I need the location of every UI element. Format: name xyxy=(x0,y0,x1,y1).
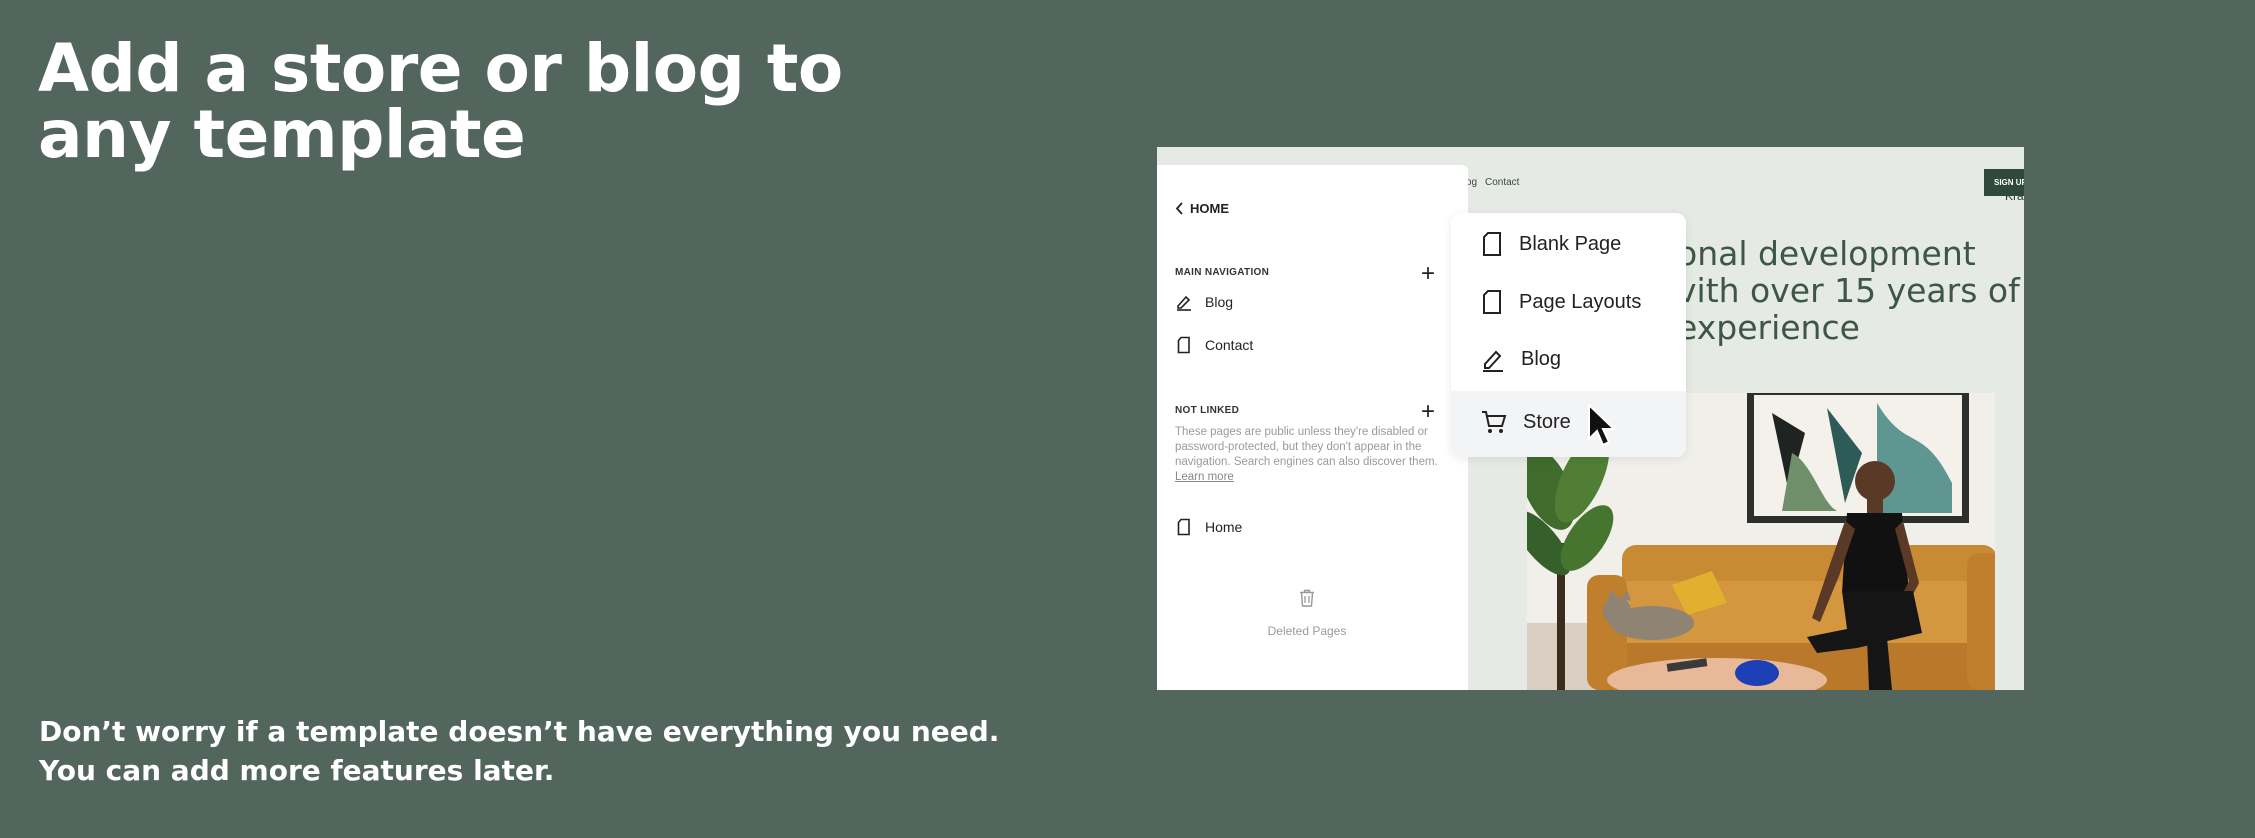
pages-panel: HOME MAIN NAVIGATION + Blog Contact NOT … xyxy=(1157,165,1468,690)
page-item-home-label: Home xyxy=(1205,519,1243,535)
menu-item-blog-label: Blog xyxy=(1521,347,1562,370)
menu-item-page-layouts[interactable]: Page Layouts xyxy=(1481,289,1641,315)
not-linked-hint-text: These pages are public unless they're di… xyxy=(1175,426,1438,468)
page-icon xyxy=(1483,290,1501,314)
nav-item-blog[interactable]: Blog xyxy=(1175,293,1233,311)
menu-item-store-label: Store xyxy=(1523,410,1571,433)
blog-icon xyxy=(1483,350,1503,372)
deleted-pages-link[interactable]: Deleted Pages xyxy=(1157,624,1457,638)
nav-item-contact-label: Contact xyxy=(1205,337,1254,353)
cart-icon xyxy=(1482,411,1507,433)
page-item-home[interactable]: Home xyxy=(1175,518,1242,536)
hero-line-3: experience xyxy=(1677,308,1860,347)
not-linked-label: NOT LINKED xyxy=(1175,405,1240,416)
nav-item-blog-label: Blog xyxy=(1205,294,1234,310)
trash-icon[interactable] xyxy=(1299,589,1315,607)
back-home-label: HOME xyxy=(1190,201,1229,216)
page-icon xyxy=(1483,232,1501,256)
add-page-menu: Blank Page Page Layouts Blog Store xyxy=(1451,213,1686,457)
not-linked-hint: These pages are public unless they're di… xyxy=(1175,425,1453,485)
hero-line-2: vith over 15 years of xyxy=(1677,271,2020,310)
subcopy: Don’t worry if a template doesn’t have e… xyxy=(39,712,1000,790)
add-not-linked-plus-icon[interactable]: + xyxy=(1421,400,1435,424)
subcopy-line-2: You can add more features later. xyxy=(39,754,555,787)
mouse-cursor-icon xyxy=(1588,403,1617,447)
site-nav-contact[interactable]: Contact xyxy=(1485,177,1519,188)
blog-icon xyxy=(1177,295,1191,311)
main-navigation-label: MAIN NAVIGATION xyxy=(1175,267,1270,278)
product-screenshot: Blog Contact Jackie Krall SIGN UP onal d… xyxy=(1157,147,2024,690)
menu-item-blank-page[interactable]: Blank Page xyxy=(1481,231,1621,257)
chevron-left-icon xyxy=(1175,202,1183,215)
headline: Add a store or blog to any template xyxy=(38,30,843,173)
page-icon xyxy=(1177,518,1190,536)
back-home-link[interactable]: HOME xyxy=(1175,201,1229,216)
learn-more-link[interactable]: Learn more xyxy=(1175,471,1234,483)
nav-item-contact[interactable]: Contact xyxy=(1175,336,1253,354)
page-icon xyxy=(1177,336,1190,354)
add-main-nav-plus-icon[interactable]: + xyxy=(1421,262,1435,286)
hero-line-1: onal development xyxy=(1677,234,1976,273)
menu-item-blank-page-label: Blank Page xyxy=(1519,232,1622,255)
signup-button[interactable]: SIGN UP xyxy=(1984,169,2024,196)
menu-item-blog[interactable]: Blog xyxy=(1481,346,1561,372)
subcopy-line-1: Don’t worry if a template doesn’t have e… xyxy=(39,715,1000,748)
menu-item-store[interactable]: Store xyxy=(1481,409,1571,435)
site-navigation: Blog Contact Jackie Krall SIGN UP xyxy=(1435,147,2024,207)
hero-heading: onal development vith over 15 years of e… xyxy=(1677,235,2024,346)
menu-item-page-layouts-label: Page Layouts xyxy=(1519,290,1642,313)
